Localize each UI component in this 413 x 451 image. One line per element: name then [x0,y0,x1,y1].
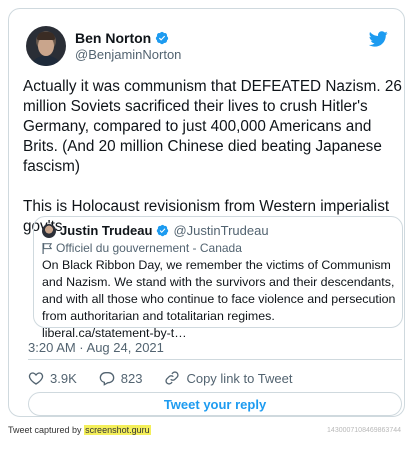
tweet-your-reply-button[interactable]: Tweet your reply [28,392,402,416]
quoted-author-name: Justin Trudeau [60,223,153,238]
tweet-paragraph-1: Actually it was communism that DEFEATED … [23,78,402,175]
quoted-author-handle: @JustinTrudeau [173,223,269,238]
verified-badge-icon [157,224,169,237]
tweet-text: Actually it was communism that DEFEATED … [23,77,403,237]
heart-icon [28,372,44,385]
like-button[interactable]: 3.9K [28,370,77,386]
government-flag-icon [42,242,52,254]
tweet-id: 1430007108469863744 [327,427,401,434]
capture-credit-prefix: Tweet captured by [8,425,82,435]
quoted-body: On Black Ribbon Day, we remember the vic… [42,258,396,323]
like-count: 3.9K [50,370,77,386]
quoted-author-avatar [42,223,56,238]
tweet-timestamp[interactable]: 3:20 AM · Aug 24, 2021 [28,340,164,355]
author-name-row[interactable]: Ben Norton [75,30,169,46]
author-handle[interactable]: @BenjaminNorton [75,47,181,62]
verified-badge-icon [156,31,169,45]
tweet-card: Ben Norton @BenjaminNorton Actually it w… [8,8,405,417]
copy-link-button[interactable]: Copy link to Tweet [164,370,292,386]
quoted-author-row: Justin Trudeau @JustinTrudeau [42,223,269,238]
reply-bubble-icon [99,372,115,386]
quoted-link[interactable]: liberal.ca/statement-by-t… [42,326,187,340]
government-label: Officiel du gouvernement - Canada [42,241,242,255]
capture-credit: Tweet captured by screenshot.guru [8,425,151,435]
divider [28,359,402,360]
copy-link-label: Copy link to Tweet [186,370,293,386]
twitter-bird-icon[interactable] [368,29,388,49]
link-icon [165,371,180,385]
quoted-text: On Black Ribbon Day, we remember the vic… [42,257,398,342]
capture-site-link[interactable]: screenshot.guru [84,425,151,435]
government-label-text: Officiel du gouvernement - Canada [56,241,242,255]
reply-button[interactable]: 823 [99,370,143,386]
author-name[interactable]: Ben Norton [75,30,151,46]
reply-count: 823 [120,370,143,386]
action-bar: 3.9K 823 Copy link to Tweet [28,370,314,386]
author-avatar[interactable] [26,26,66,66]
quoted-tweet[interactable]: Justin Trudeau @JustinTrudeau Officiel d… [33,216,403,340]
